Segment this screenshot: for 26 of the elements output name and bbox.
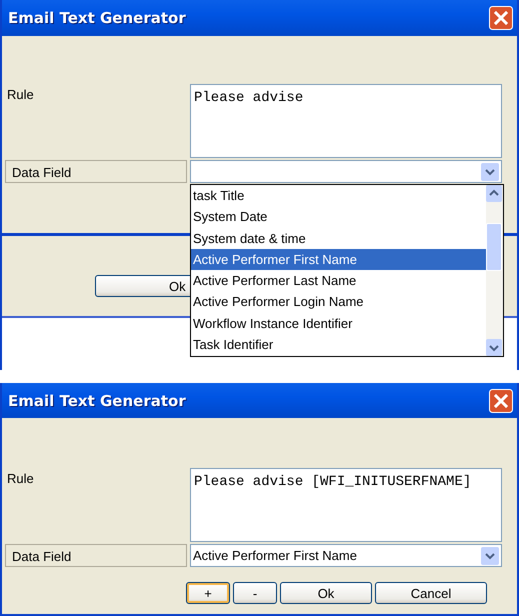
- scroll-down-icon[interactable]: [486, 339, 502, 356]
- dropdown-list-item[interactable]: System Date: [191, 206, 486, 228]
- rule-label: Rule: [6, 86, 35, 102]
- scroll-thumb[interactable]: [486, 223, 502, 271]
- dialog-button[interactable]: +: [186, 582, 230, 604]
- dropdown-list-item[interactable]: Workflow Instance Identifier: [191, 312, 486, 334]
- dropdown-list-item[interactable]: System date & time: [191, 228, 486, 249]
- dropdown-list-item[interactable]: Active Performer First Name: [191, 248, 486, 270]
- close-icon[interactable]: [489, 388, 513, 412]
- rule-text-area[interactable]: Please advise [WFI_INITUSERFNAME]: [190, 468, 502, 542]
- dialog-button[interactable]: Ok: [280, 582, 372, 604]
- close-icon[interactable]: [489, 6, 513, 30]
- data-field-label: Data Field: [5, 544, 187, 567]
- window-title: Email Text Generator: [8, 9, 186, 27]
- window-title: Email Text Generator: [8, 392, 186, 410]
- data-field-dropdown[interactable]: Active Performer First Name: [190, 544, 502, 567]
- rule-text-area[interactable]: Please advise: [190, 84, 502, 158]
- dialog-button[interactable]: Cancel: [375, 582, 487, 604]
- scroll-up-icon[interactable]: [486, 185, 502, 202]
- dropdown-list-item[interactable]: task Title: [191, 185, 486, 206]
- dialog-button[interactable]: -: [233, 582, 277, 604]
- scrollbar[interactable]: [486, 185, 503, 356]
- rule-label: Rule: [6, 470, 35, 486]
- dropdown-list-item[interactable]: Task Identifier: [191, 334, 486, 356]
- data-field-dropdown[interactable]: [190, 160, 502, 183]
- data-field-label: Data Field: [5, 160, 187, 183]
